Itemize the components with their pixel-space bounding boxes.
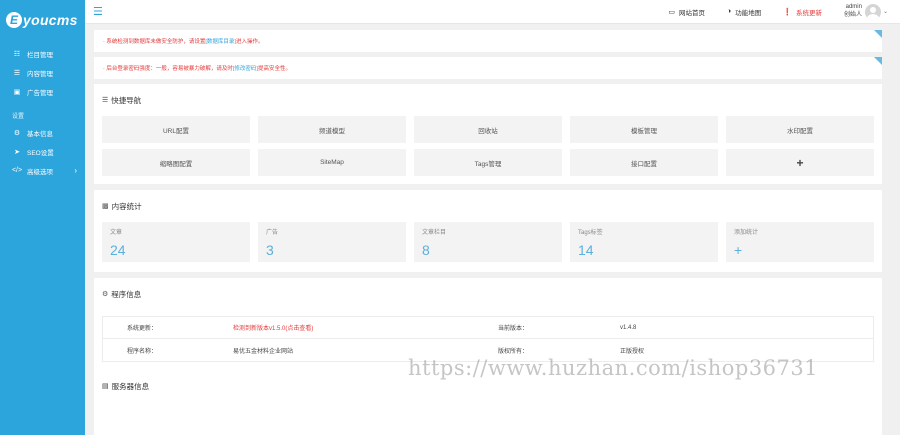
sidebar-item-ads[interactable]: ▣ 广告管理 bbox=[0, 82, 85, 101]
quick-nav-thumbnail[interactable]: 缩略图配置 bbox=[102, 149, 250, 176]
system-update-label: 系统更新 bbox=[795, 9, 822, 17]
stats-title: 内容统计 bbox=[111, 201, 142, 211]
quick-nav-add-button[interactable]: + bbox=[726, 149, 874, 176]
chevron-down-icon: ⌄ bbox=[882, 9, 888, 15]
stat-card-columns[interactable]: 文章栏目 8 bbox=[414, 222, 562, 262]
quick-nav-watermark[interactable]: 水印配置 bbox=[726, 116, 874, 143]
info-value: 正版授权 bbox=[620, 348, 645, 355]
menu-toggle-icon[interactable]: ☰ bbox=[93, 5, 103, 18]
notice-text: 进入操作。 bbox=[235, 39, 264, 45]
site-home-label: 网站首页 bbox=[679, 9, 705, 17]
program-info-title: 程序信息 bbox=[111, 289, 142, 299]
corner-icon bbox=[874, 30, 882, 38]
stat-value: 24 bbox=[110, 242, 126, 258]
sidebar-item-label: 栏目管理 bbox=[27, 51, 53, 59]
stat-card-ads[interactable]: 广告 3 bbox=[258, 222, 406, 262]
quick-nav-recycle[interactable]: 回收站 bbox=[414, 116, 562, 143]
corner-icon bbox=[874, 57, 882, 65]
user-role: 创始人 bbox=[843, 11, 862, 18]
site-home-link[interactable]: ▭ 网站首页 bbox=[668, 7, 705, 17]
image-icon: ▣ bbox=[13, 88, 21, 96]
notice-text: · 后台登录密码强度：一般，容易被暴力破解，请及时 bbox=[103, 66, 233, 72]
notice-text: · 系统检测到数据库未做安全防护，请设置 bbox=[103, 39, 206, 45]
paper-plane-icon: ➤ bbox=[14, 148, 20, 156]
server-info-title: 服务器信息 bbox=[111, 381, 150, 391]
list-icon: ☰ bbox=[13, 69, 21, 77]
stat-label: 广告 bbox=[266, 230, 279, 236]
logo-mark: E bbox=[6, 12, 22, 28]
sidebar-item-label: 内容管理 bbox=[27, 70, 53, 78]
sidebar-item-label: 广告管理 bbox=[27, 89, 53, 97]
notice-link[interactable]: [数据库目录] bbox=[205, 37, 236, 45]
stat-card-tags[interactable]: Tags标签 14 bbox=[570, 222, 718, 262]
toggle-icon: ◑ bbox=[727, 8, 732, 15]
sidebar-item-content[interactable]: ☰ 内容管理 bbox=[0, 63, 85, 82]
code-icon: </> bbox=[11, 167, 23, 174]
stat-value: + bbox=[734, 242, 743, 258]
topbar: ☰ ▭ 网站首页 ◑ 功能地图 ❗ 系统更新 admin 创始人 ⌄ bbox=[85, 0, 900, 24]
bar-chart-icon: ▩ bbox=[102, 203, 109, 210]
quick-nav-title: 快捷导航 bbox=[111, 95, 142, 105]
function-map-link[interactable]: ◑ 功能地图 bbox=[727, 7, 761, 17]
stat-value: 3 bbox=[266, 242, 274, 258]
avatar bbox=[864, 3, 881, 20]
stats-panel: ▩ 内容统计 文章 24 广告 3 文章栏目 8 Tags标签 14 添加统计 … bbox=[94, 190, 882, 272]
sidebar-item-basic-info[interactable]: ⚙ 基本信息 bbox=[0, 123, 85, 142]
alert-circle-icon: ❗ bbox=[783, 8, 792, 16]
stat-card-add[interactable]: 添加统计 + bbox=[726, 222, 874, 262]
quick-nav-url[interactable]: URL配置 bbox=[102, 116, 250, 143]
stat-label: 添加统计 bbox=[734, 230, 759, 236]
notice-text: 提高安全性。 bbox=[257, 66, 291, 72]
watermark: https://www.huzhan.com/ishop36731 bbox=[408, 356, 819, 380]
quick-nav-template[interactable]: 模板管理 bbox=[570, 116, 718, 143]
info-key: 系统更新： bbox=[127, 326, 158, 332]
stat-label: 文章 bbox=[110, 230, 123, 236]
stat-label: Tags标签 bbox=[578, 230, 603, 236]
sidebar-item-advanced[interactable]: </> 高级选项 › bbox=[0, 161, 85, 180]
chevron-right-icon: › bbox=[74, 166, 77, 175]
sidebar-item-label: 基本信息 bbox=[27, 130, 53, 138]
function-map-label: 功能地图 bbox=[735, 9, 762, 17]
sidebar-section-title: 设置 bbox=[12, 114, 25, 120]
quick-nav-api[interactable]: 接口配置 bbox=[570, 149, 718, 176]
info-key: 程序名称： bbox=[127, 348, 158, 355]
info-key: 当前版本： bbox=[498, 326, 529, 332]
user-menu[interactable]: admin 创始人 ⌄ bbox=[843, 3, 888, 20]
notice-password: · 后台登录密码强度：一般，容易被暴力破解，请及时 [修改密码] 提高安全性。 bbox=[94, 57, 882, 79]
info-key: 版权所有： bbox=[498, 348, 529, 355]
info-value: 易优五金材料企业网站 bbox=[233, 348, 294, 355]
gear-icon: ⚙ bbox=[102, 291, 109, 298]
stat-label: 文章栏目 bbox=[422, 230, 447, 236]
sidebar-item-columns[interactable]: ☷ 栏目管理 bbox=[0, 44, 85, 63]
quick-nav-panel: ☰ 快捷导航 URL配置 频道模型 回收站 模板管理 水印配置 缩略图配置 Si… bbox=[94, 84, 882, 184]
sitemap-icon: ☷ bbox=[13, 50, 21, 58]
quick-nav-channel-model[interactable]: 频道模型 bbox=[258, 116, 406, 143]
table-row: 系统更新： 检测到新版本v1.5.0(点击查看) 当前版本： v1.4.8 bbox=[103, 317, 873, 339]
server-icon: ▤ bbox=[102, 383, 109, 390]
sidebar-item-label: 高级选项 bbox=[27, 168, 53, 176]
quick-nav-tags[interactable]: Tags管理 bbox=[414, 149, 562, 176]
sidebar: E youcms ☷ 栏目管理 ☰ 内容管理 ▣ 广告管理 设置 ⚙ 基本信息 … bbox=[0, 0, 85, 435]
notice-link[interactable]: [修改密码] bbox=[233, 64, 258, 72]
logo[interactable]: E youcms bbox=[0, 0, 85, 40]
update-available-link[interactable]: 检测到新版本v1.5.0(点击查看) bbox=[233, 323, 490, 332]
stat-value: 8 bbox=[422, 242, 430, 258]
sidebar-item-seo[interactable]: ➤ SEO设置 bbox=[0, 142, 85, 161]
info-value: v1.4.8 bbox=[620, 324, 637, 331]
list-icon: ☰ bbox=[102, 97, 109, 104]
logo-text: youcms bbox=[23, 12, 78, 28]
stat-card-articles[interactable]: 文章 24 bbox=[102, 222, 250, 262]
user-name: admin bbox=[845, 4, 862, 10]
notice-database: · 系统检测到数据库未做安全防护，请设置 [数据库目录] 进入操作。 bbox=[94, 30, 882, 52]
gear-icon: ⚙ bbox=[13, 129, 21, 137]
quick-nav-sitemap[interactable]: SiteMap bbox=[258, 149, 406, 176]
monitor-icon: ▭ bbox=[668, 8, 675, 16]
stat-value: 14 bbox=[578, 242, 594, 258]
sidebar-item-label: SEO设置 bbox=[27, 149, 54, 157]
system-update-link[interactable]: ❗ 系统更新 bbox=[783, 7, 822, 17]
